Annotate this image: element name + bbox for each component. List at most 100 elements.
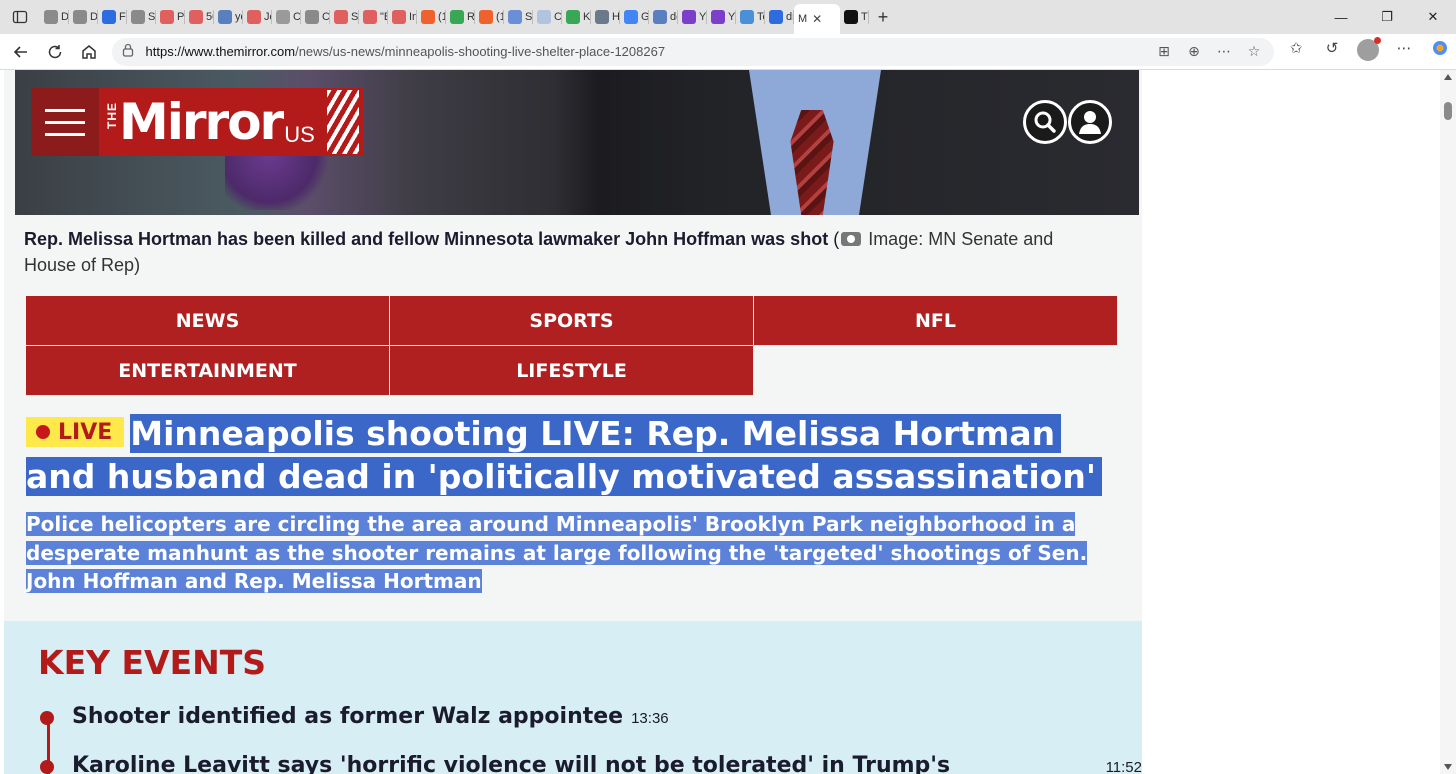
tab-label: Ki [583,11,591,23]
tab-favicon-icon [73,10,87,24]
key-event-item[interactable]: Karoline Leavitt says 'horrific violence… [40,753,1142,774]
browser-tab[interactable]: Pe [156,3,185,31]
browser-tab[interactable]: Sh [504,3,533,31]
reload-button[interactable] [38,35,72,69]
tab-label: Dr [61,11,69,23]
tab-label: Cc [322,11,330,23]
key-events-panel: KEY EVENTS Shooter identified as former … [4,621,1142,774]
section-nav-lifestyle[interactable]: LIFESTYLE [390,346,754,396]
tab-favicon-icon [508,10,522,24]
browser-tab[interactable]: Sh [127,3,156,31]
scrollbar[interactable] [1440,70,1456,774]
browser-tab[interactable]: Cc [301,3,330,31]
settings-menu-icon[interactable]: ⋯ [1388,39,1420,65]
scroll-up-icon[interactable] [1444,74,1452,80]
browser-tab[interactable]: Re [446,3,475,31]
tab-favicon-icon [740,10,754,24]
search-button[interactable] [1023,100,1067,144]
browser-tab[interactable]: Je [243,3,272,31]
browser-tab[interactable]: Sil [330,3,359,31]
tab-favicon-icon [479,10,493,24]
zoom-icon[interactable]: ⊕ [1182,43,1206,60]
browser-tab[interactable]: Dr [40,3,69,31]
browser-tab[interactable]: Ha [591,3,620,31]
tab-label: Dr [90,11,98,23]
browser-tab[interactable]: Cc [272,3,301,31]
tab-list: Dr Dr Fo Sh Pe 50 yo Je Cc Cc Sil "B In (1 Re (1 Sh Cc Ki H… [40,0,1318,34]
copilot-icon[interactable] [1424,39,1456,65]
menu-button[interactable] [31,88,99,156]
tab-label: Re [467,11,475,23]
site-logo[interactable]: THE Mirror US [99,88,363,156]
tab-label: Fo [119,11,127,23]
close-tab-icon[interactable]: ✕ [812,12,822,26]
browser-tab[interactable]: "B [359,3,388,31]
tab-favicon-icon [247,10,261,24]
browser-tab[interactable]: Fo [98,3,127,31]
browser-tab[interactable]: (1 [475,3,504,31]
scroll-thumb[interactable] [1444,102,1452,120]
tab-label: Pe [177,11,185,23]
section-nav-nfl[interactable]: NFL [754,296,1118,346]
section-nav-entertainment[interactable]: ENTERTAINMENT [26,346,390,396]
home-button[interactable] [72,35,106,69]
key-event-time: 11:52 [1105,759,1142,774]
restore-button[interactable]: ❐ [1364,0,1410,34]
app-available-icon[interactable]: ⊞ [1152,43,1176,60]
new-tab-button[interactable]: + [869,7,897,28]
browser-tab[interactable]: (1 [417,3,446,31]
site-header: THE Mirror US [31,88,363,156]
browser-tab[interactable]: Ki [562,3,591,31]
minimize-button[interactable]: — [1318,0,1364,34]
browser-tab[interactable]: Gi [620,3,649,31]
browser-tab[interactable]: 50 [185,3,214,31]
account-button[interactable] [1068,100,1112,144]
user-icon [1079,111,1101,134]
browser-tab-active[interactable]: M ✕ [794,4,840,34]
history-icon[interactable]: ↺ [1316,39,1348,65]
browser-tab[interactable]: Tri [840,3,869,31]
favorites-icon[interactable]: ✩ [1280,39,1312,65]
key-event-item[interactable]: Shooter identified as former Walz appoin… [40,704,669,729]
browser-tab[interactable]: Dr [69,3,98,31]
browser-tab[interactable]: In [388,3,417,31]
hamburger-icon-line [45,132,85,136]
browser-tab[interactable]: dr [765,3,794,31]
window-controls: — ❐ ✕ [1318,0,1456,34]
url-path: /news/us-news/minneapolis-shooting-live-… [295,44,666,59]
caption-text: Rep. Melissa Hortman has been killed and… [24,229,829,249]
page-viewport: THE Mirror US Rep. Melissa Hortman has b… [0,70,1456,774]
browser-tab[interactable]: yo [214,3,243,31]
tab-favicon-icon [160,10,174,24]
browser-tab[interactable]: Ya [678,3,707,31]
browser-tab[interactable]: Te [736,3,765,31]
tab-label: Sh [148,11,156,23]
standfirst-block: Police helicopters are circling the area… [26,510,1126,596]
tab-strip: Dr Dr Fo Sh Pe 50 yo Je Cc Cc Sil "B In (1 Re (1 Sh Cc Ki H… [0,0,1456,34]
avatar-icon [1357,36,1382,61]
tab-favicon-icon [624,10,638,24]
tab-favicon-icon [769,10,783,24]
tab-label: Cc [293,11,301,23]
browser-tab[interactable]: Cc [533,3,562,31]
close-window-button[interactable]: ✕ [1410,0,1456,34]
browser-tab[interactable]: dc [649,3,678,31]
favorite-star-icon[interactable]: ☆ [1242,43,1266,60]
section-nav-news[interactable]: NEWS [26,296,390,346]
live-badge: LIVE [26,417,125,447]
timeline-dot-icon [40,711,54,725]
profile-avatar[interactable] [1352,36,1384,65]
tab-label: (1 [496,11,504,23]
back-button[interactable] [4,35,38,69]
more-tools-icon[interactable]: ⋯ [1212,43,1236,60]
standfirst: Police helicopters are circling the area… [26,512,1088,593]
tab-favicon-icon [334,10,348,24]
scroll-down-icon[interactable] [1444,764,1452,770]
address-bar[interactable]: https://www.themirror.com/news/us-news/m… [111,37,1275,66]
browser-tab[interactable]: Ya [707,3,736,31]
tab-actions-button[interactable] [0,0,40,34]
section-nav-sports[interactable]: SPORTS [390,296,754,346]
logo-region: US [284,122,315,147]
tab-label: dc [670,11,678,23]
tab-favicon-icon [450,10,464,24]
